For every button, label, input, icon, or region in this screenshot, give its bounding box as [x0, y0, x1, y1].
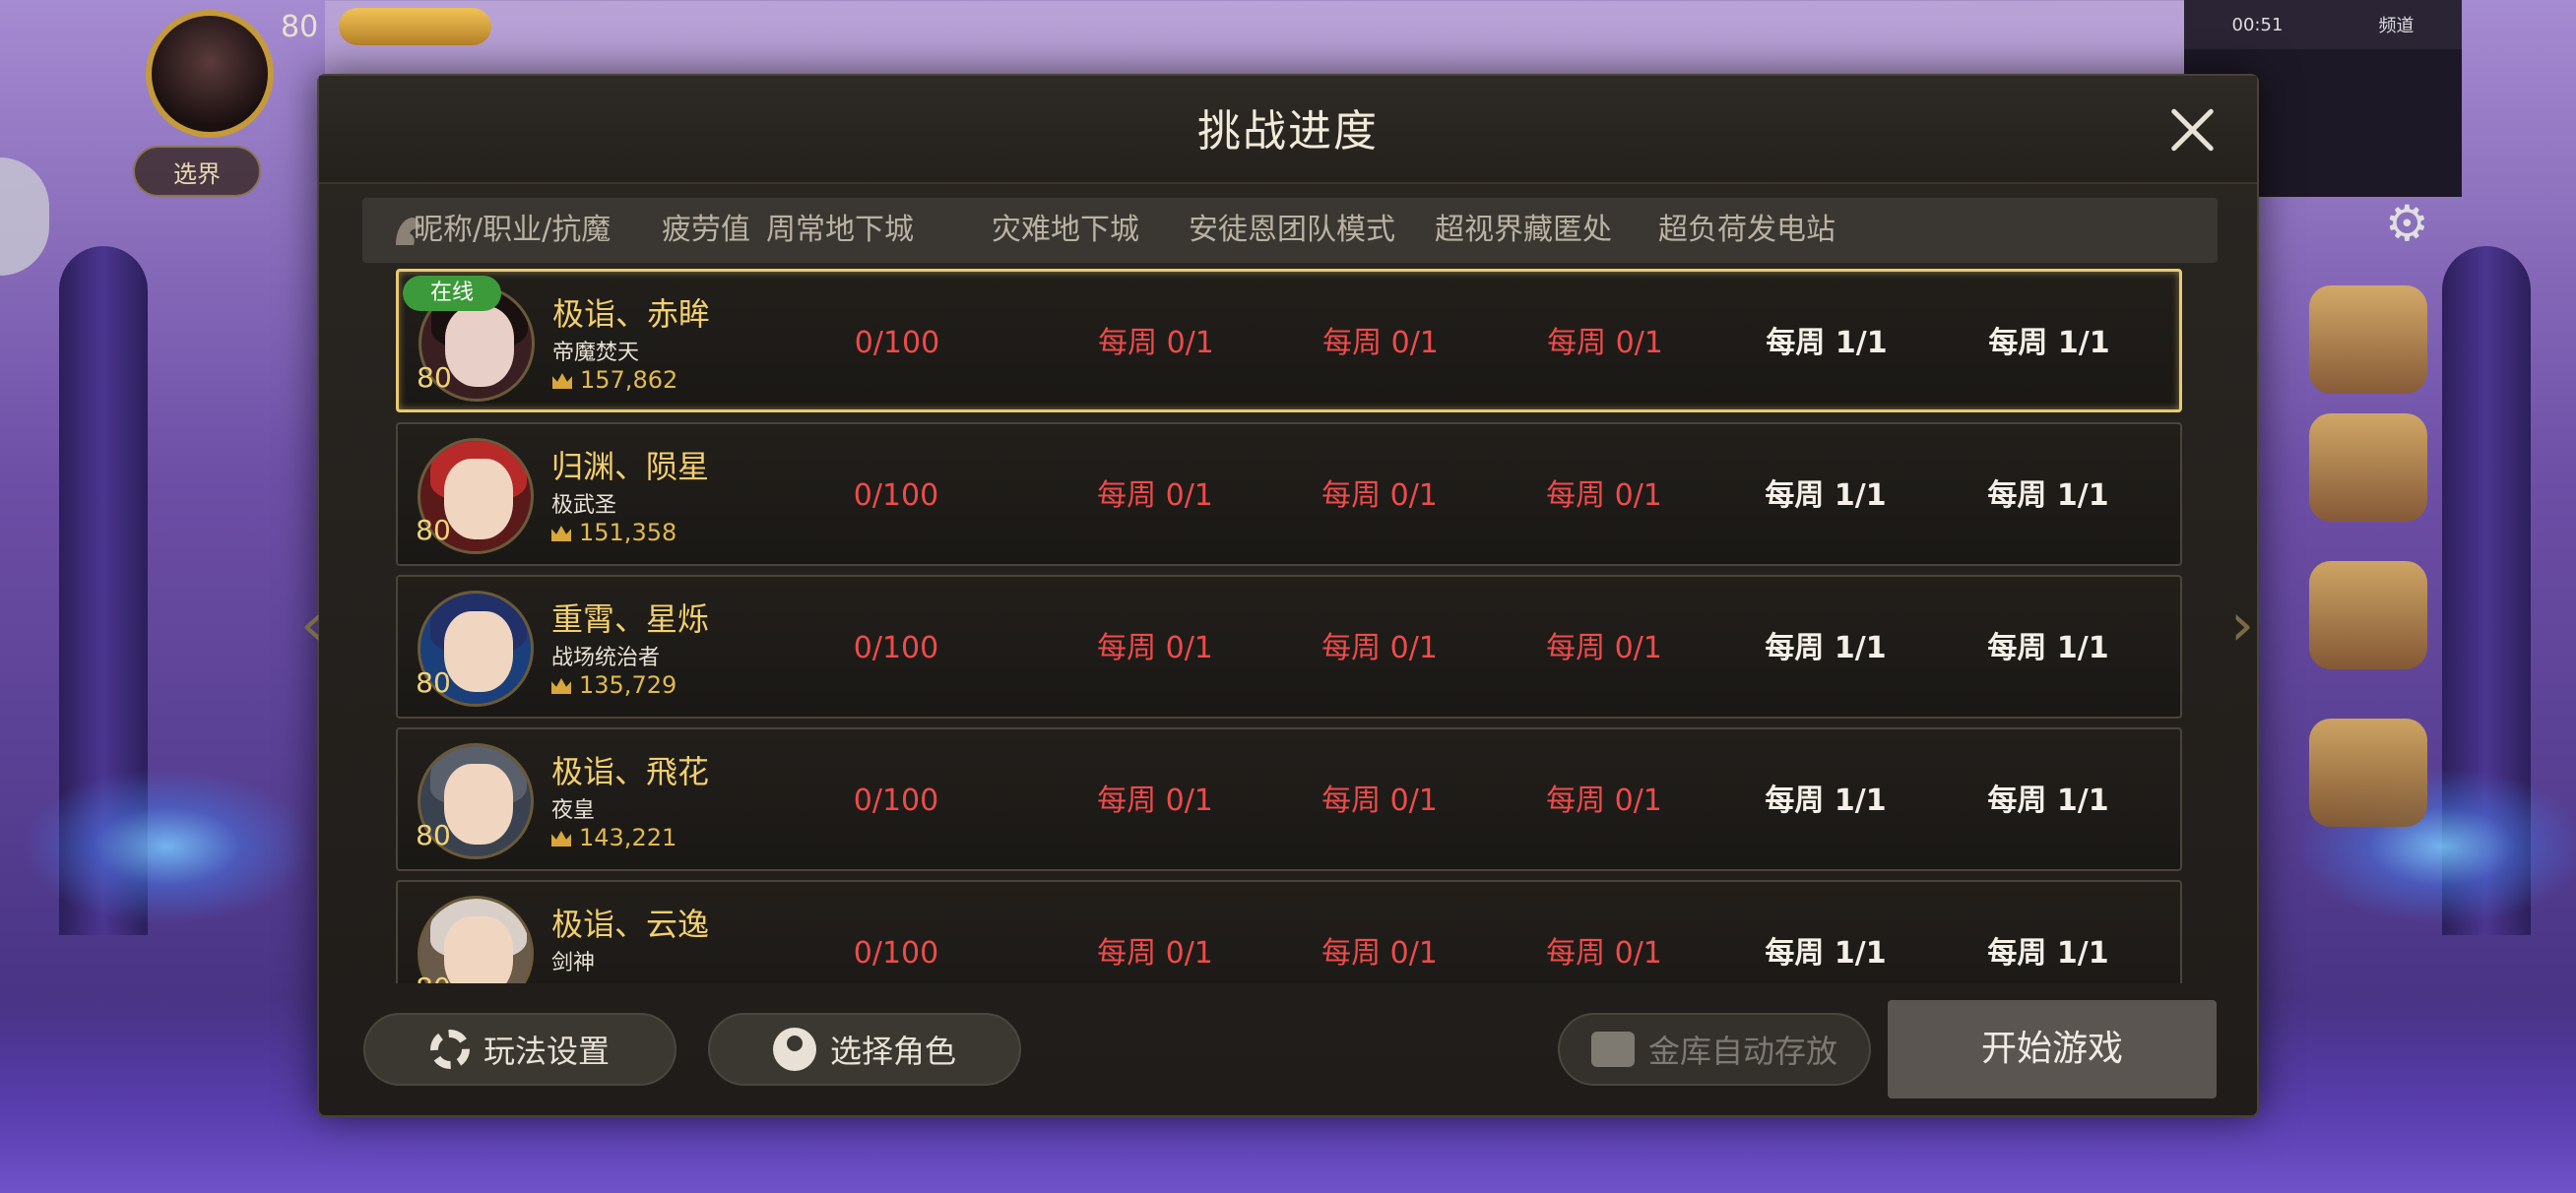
shop-event-icon[interactable]: [2309, 719, 2427, 827]
status-bar: 00:51 频道: [2184, 0, 2462, 49]
overload-station-value: 每周 1/1: [1988, 326, 2110, 360]
col-header-calamity-dungeon: 灾难地下城: [992, 213, 1139, 247]
prev-page-arrow-icon[interactable]: ‹: [300, 591, 340, 659]
vault-auto-store-label: 金库自动存放: [1647, 1033, 1837, 1070]
select-character-button[interactable]: 选择角色: [708, 1013, 1021, 1086]
player-level: 80: [281, 10, 319, 44]
gameplay-settings-label: 玩法设置: [483, 1033, 610, 1070]
character-list[interactable]: 在线 80 极诣、赤眸 帝魔焚天 157,862 0/100 每周 0/1 每周…: [319, 269, 2257, 983]
character-row[interactable]: 80 归渊、陨星 极武圣 151,358 0/100 每周 0/1 每周 0/1…: [396, 422, 2182, 566]
next-page-arrow-icon[interactable]: ›: [2230, 591, 2270, 659]
character-icon: [772, 1028, 816, 1071]
overload-station-value: 每周 1/1: [1987, 478, 2109, 513]
close-icon[interactable]: [2158, 95, 2227, 164]
sword-event-icon[interactable]: [2309, 413, 2427, 522]
character-row[interactable]: 在线 80 极诣、赤眸 帝魔焚天 157,862 0/100 每周 0/1 每周…: [396, 269, 2182, 412]
col-header-weekly-dungeon: 周常地下城: [766, 213, 914, 247]
challenge-progress-dialog: 挑战进度 昵称/职业/抗魔值 疲劳值 周常地下城 灾难地下城 安徒恩团队模式 超…: [317, 74, 2259, 1117]
magic-circle-left: [20, 768, 315, 925]
col-header-overload-station: 超负荷发电站: [1658, 213, 1835, 247]
clock: 00:51: [2231, 14, 2284, 35]
col-header-anton-raid: 安徒恩团队模式: [1189, 213, 1395, 247]
channel-button[interactable]: 选界: [133, 146, 261, 197]
settings-gear-icon[interactable]: ⚙: [2385, 195, 2429, 252]
overload-station-value: 每周 1/1: [1987, 784, 2109, 818]
gear-icon: [429, 1030, 470, 1069]
dialog-title: 挑战进度: [1197, 106, 1379, 157]
overload-station-value: 每周 1/1: [1987, 631, 2109, 665]
online-badge: 在线: [403, 276, 501, 311]
vault-icon: [1590, 1032, 1635, 1067]
col-header-name: 昵称/职业/抗魔值: [414, 213, 612, 312]
treasure-chest-icon[interactable]: [2309, 285, 2427, 394]
column-header-bar: 昵称/职业/抗魔值 疲劳值 周常地下城 灾难地下城 安徒恩团队模式 超视界藏匿处…: [362, 198, 2218, 312]
player-avatar[interactable]: [146, 10, 274, 138]
dialog-header: 挑战进度: [319, 76, 2257, 184]
overload-station-value: 每周 1/1: [1987, 936, 2109, 971]
select-character-label: 选择角色: [829, 1033, 956, 1070]
start-game-button[interactable]: 开始游戏: [1888, 1000, 2217, 1099]
character-row[interactable]: 80 重霄、星烁 战场统治者 135,729 0/100 每周 0/1 每周 0…: [396, 575, 2182, 719]
col-header-hyper-hideout: 超视界藏匿处: [1435, 213, 1612, 247]
character-row[interactable]: 80 极诣、飛花 夜皇 143,221 0/100 每周 0/1 每周 0/1 …: [396, 727, 2182, 871]
gold-bar[interactable]: [339, 8, 491, 45]
gameplay-settings-button[interactable]: 玩法设置: [363, 1013, 676, 1086]
vault-auto-store-button[interactable]: 金库自动存放: [1558, 1013, 1871, 1086]
character-row[interactable]: 80 极诣、云逸 剑神 0/100 每周 0/1 每周 0/1 每周 0/1 每…: [396, 880, 2182, 983]
status-extra: 频道: [2378, 16, 2415, 36]
shield-event-icon[interactable]: [2309, 561, 2427, 669]
